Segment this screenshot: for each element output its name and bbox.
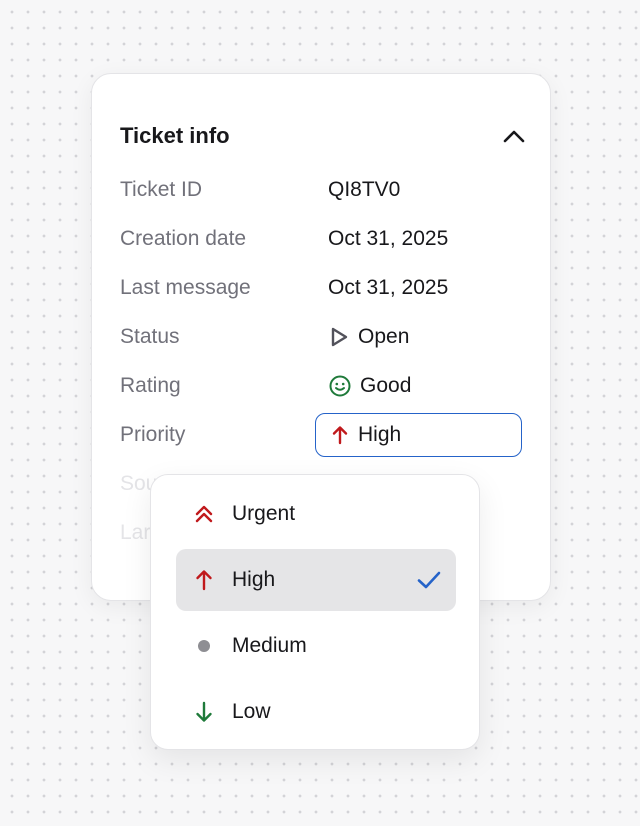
field-status: Status Open (120, 322, 409, 352)
collapse-button[interactable] (500, 122, 528, 150)
field-label: Status (120, 325, 180, 348)
option-label: Low (232, 700, 271, 723)
card-header: Ticket info (120, 122, 525, 150)
checkmark-icon (417, 571, 441, 589)
option-label: Urgent (232, 502, 296, 525)
chevron-up-icon (503, 130, 525, 143)
status-value[interactable]: Open (328, 325, 409, 349)
field-label: Last message (120, 276, 251, 299)
field-ticket-id: Ticket ID QI8TV0 (120, 175, 400, 205)
arrow-up-icon (192, 568, 216, 592)
option-label: High (232, 568, 276, 591)
field-priority: Priority (120, 420, 328, 450)
rating-value[interactable]: Good (328, 374, 411, 398)
double-chevron-up-icon (192, 502, 216, 526)
status-text: Open (358, 325, 410, 348)
priority-select-value: High (358, 423, 402, 446)
priority-select[interactable]: High (315, 413, 522, 457)
option-high[interactable]: High (176, 549, 456, 611)
arrow-up-icon (332, 426, 348, 445)
rating-text: Good (360, 374, 412, 397)
field-label: Creation date (120, 227, 247, 250)
field-value: QI8TV0 (328, 178, 401, 201)
option-medium[interactable]: Medium (176, 615, 456, 677)
field-value: Oct 31, 2025 (328, 227, 449, 250)
field-last-message: Last message Oct 31, 2025 (120, 273, 448, 303)
field-value: Oct 31, 2025 (328, 276, 449, 299)
field-rating: Rating Good (120, 371, 411, 401)
field-label: Rating (120, 374, 181, 397)
priority-dropdown-menu: Urgent High Medium Low (150, 474, 480, 750)
field-label: Ticket ID (120, 178, 203, 201)
field-label: Priority (120, 423, 186, 446)
field-creation-date: Creation date Oct 31, 2025 (120, 224, 448, 254)
option-urgent[interactable]: Urgent (176, 483, 456, 545)
play-outline-icon (331, 327, 348, 347)
card-title: Ticket info (120, 123, 230, 148)
smile-icon (329, 375, 351, 397)
option-low[interactable]: Low (176, 681, 456, 743)
option-label: Medium (232, 634, 307, 657)
dot-icon (192, 634, 216, 658)
arrow-down-icon (192, 700, 216, 724)
